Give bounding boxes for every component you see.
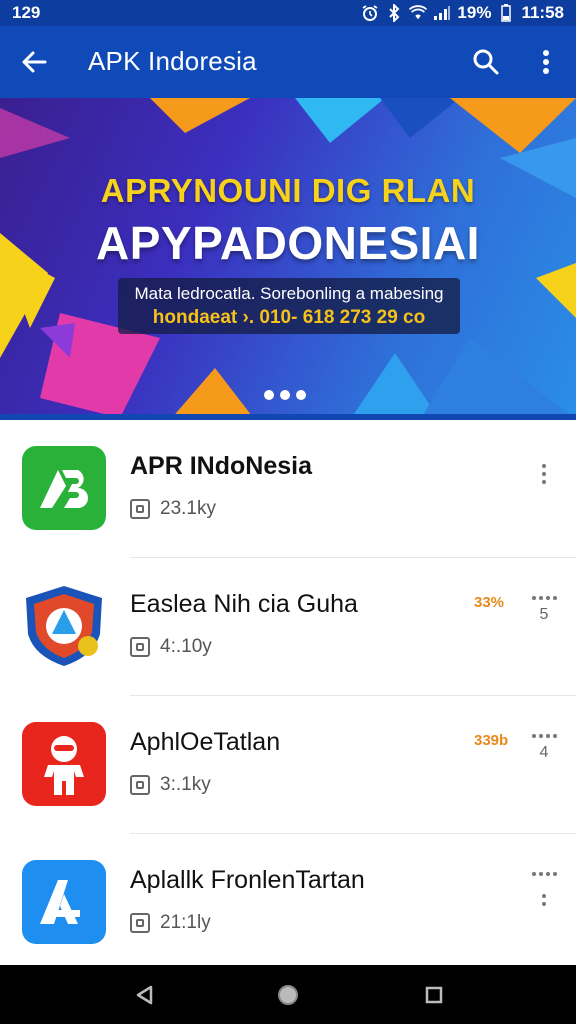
app-name: Aplallk FronlenTartan	[130, 866, 365, 894]
download-percent: 33%	[474, 594, 505, 611]
banner-title: APYPADONESIAI	[96, 217, 480, 269]
more-vert-icon[interactable]	[541, 894, 547, 906]
more-count: 5	[539, 606, 549, 623]
app-logo-icon	[22, 584, 106, 668]
overflow-menu-button[interactable]	[532, 46, 560, 78]
banner-info-box: Mata ledrocatla. Sorebonling a mabesing …	[118, 278, 460, 334]
list-item[interactable]: Aplallk FronlenTartan 21:1ly	[0, 834, 576, 972]
more-horiz-icon	[520, 734, 568, 738]
nav-recents-icon	[425, 986, 443, 1004]
banner-line-1: Mata ledrocatla. Sorebonling a mabesing	[134, 284, 444, 303]
wifi-icon	[409, 4, 428, 22]
app-meta: 23.1ky	[130, 498, 216, 520]
app-logo-icon	[22, 722, 106, 806]
app-name: APR INdoNesia	[130, 452, 312, 480]
app-size: 3:.1ky	[160, 774, 211, 795]
carousel-indicator[interactable]	[264, 390, 306, 400]
nav-back-icon	[136, 985, 153, 1005]
status-right: 19% 11:58	[361, 3, 564, 23]
app-logo-icon	[22, 860, 106, 944]
more-vert-icon[interactable]	[541, 464, 547, 484]
nav-recents-button[interactable]	[422, 983, 446, 1007]
app-size-icon	[130, 775, 150, 795]
app-size-icon	[130, 499, 150, 519]
system-nav-bar	[0, 965, 576, 1024]
app-name: Easlea Nih cia Guha	[130, 590, 358, 618]
more-count: 4	[539, 744, 549, 761]
nav-home-icon	[278, 985, 298, 1005]
alarm-icon	[361, 4, 379, 22]
app-meta: 4:.10y	[130, 636, 212, 658]
app-meta: 21:1ly	[130, 912, 211, 934]
status-time-right: 11:58	[521, 3, 564, 22]
battery-percent: 19%	[457, 3, 492, 22]
app-title: APK Indoresia	[88, 46, 257, 76]
app-size-icon	[130, 637, 150, 657]
arrow-back-icon	[22, 51, 47, 73]
app-size-icon	[130, 913, 150, 933]
app-size: 4:.10y	[160, 636, 212, 657]
signal-icon	[433, 4, 451, 22]
battery-icon	[497, 4, 515, 22]
banner-headline: APRYNOUNI DIG RLAN	[100, 172, 476, 209]
list-item[interactable]: Easlea Nih cia Guha 4:.10y 33% 5	[0, 558, 576, 696]
more-options-button[interactable]	[520, 872, 568, 912]
search-icon	[473, 49, 499, 75]
promo-banner[interactable]: APRYNOUNI DIG RLAN APYPADONESIAI Mata le…	[0, 98, 576, 420]
carousel-dot[interactable]	[264, 390, 274, 400]
app-list: APR INdoNesia 23.1ky Easlea Nih cia Guha…	[0, 420, 576, 965]
banner-line-2: hondaeat ›. 010- 618 273 29 co	[152, 307, 426, 328]
back-button[interactable]	[18, 46, 50, 78]
nav-home-button[interactable]	[276, 983, 300, 1007]
nav-back-button[interactable]	[132, 983, 156, 1007]
more-vert-icon	[543, 50, 549, 74]
more-horiz-icon	[520, 872, 568, 876]
status-time-left: 129	[12, 3, 41, 22]
app-size: 21:1ly	[160, 912, 211, 933]
app-meta: 3:.1ky	[130, 774, 211, 796]
more-options-button[interactable]: 5	[520, 596, 568, 636]
app-name: AphlOeTatlan	[130, 728, 281, 756]
more-horiz-icon	[520, 596, 568, 600]
carousel-dot[interactable]	[280, 390, 290, 400]
carousel-dot[interactable]	[296, 390, 306, 400]
download-percent: 339b	[474, 732, 509, 749]
app-bar: APK Indoresia	[0, 26, 576, 98]
list-item[interactable]: AphlOeTatlan 3:.1ky 339b 4	[0, 696, 576, 834]
app-logo-icon	[22, 446, 106, 530]
status-bar: 129 19% 11:58	[0, 0, 576, 26]
more-options-button[interactable]: 4	[520, 734, 568, 774]
search-button[interactable]	[470, 46, 502, 78]
list-item[interactable]: APR INdoNesia 23.1ky	[0, 420, 576, 558]
bluetooth-icon	[385, 4, 403, 22]
app-size: 23.1ky	[160, 498, 216, 519]
